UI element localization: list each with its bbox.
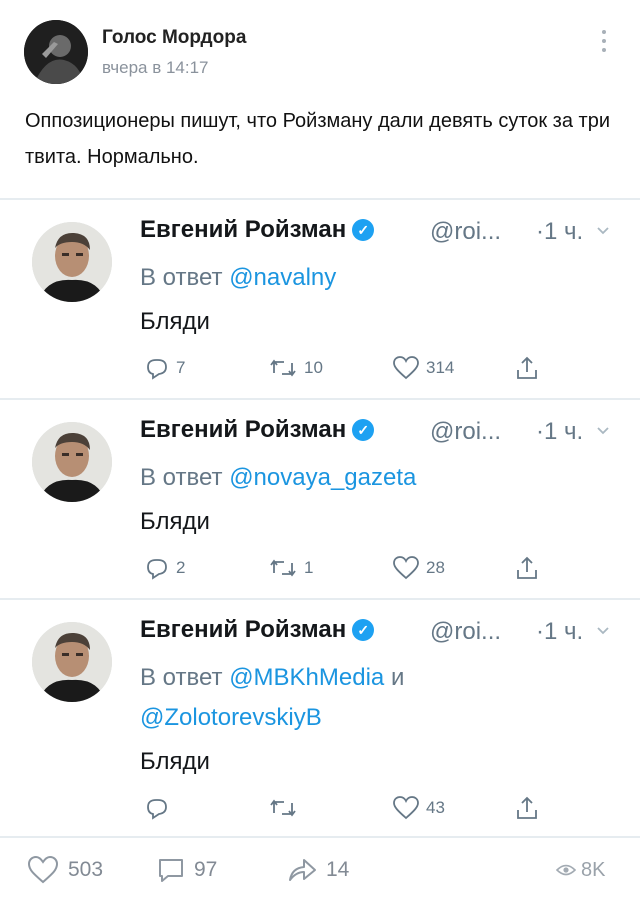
like-button[interactable]: 28 bbox=[392, 554, 445, 582]
tweet-author-name[interactable]: Евгений Ройзман ✓ bbox=[140, 216, 375, 244]
verified-badge-icon: ✓ bbox=[352, 219, 375, 241]
post-text: Оппозиционеры пишут, что Ройзману дали д… bbox=[25, 110, 610, 168]
reply-icon bbox=[147, 559, 167, 580]
tweet-text: Бляди bbox=[140, 308, 210, 335]
retweet-icon bbox=[270, 359, 296, 377]
mention-join: и bbox=[390, 664, 405, 691]
post-like-button[interactable]: 503 bbox=[26, 855, 104, 884]
heart-icon bbox=[393, 356, 419, 380]
reply-prefix: В ответ bbox=[140, 664, 223, 691]
share-icon bbox=[517, 556, 537, 579]
tweet-author-name[interactable]: Евгений Ройзман ✓ bbox=[140, 616, 375, 644]
post-views: 8K bbox=[556, 856, 605, 884]
comment-icon bbox=[159, 859, 183, 882]
share-icon bbox=[517, 796, 537, 819]
chevron-down-icon[interactable] bbox=[596, 224, 610, 238]
mention-link[interactable]: @navalny bbox=[229, 264, 336, 291]
heart-icon bbox=[393, 556, 419, 580]
verified-badge-icon: ✓ bbox=[352, 619, 375, 641]
tweet-actions: 43 bbox=[140, 794, 560, 822]
tweet-avatar[interactable] bbox=[32, 222, 112, 302]
mention-link[interactable]: @MBKhMedia bbox=[229, 664, 384, 691]
share-button[interactable] bbox=[514, 794, 540, 822]
tweet-handle[interactable]: @roi... bbox=[430, 218, 501, 246]
share-button[interactable] bbox=[514, 554, 540, 582]
reply-button[interactable] bbox=[144, 794, 176, 822]
author-name[interactable]: Голос Мордора bbox=[102, 27, 246, 49]
reply-to-line: В ответ @MBKhMedia и @ZolotorevskiyB bbox=[140, 658, 580, 738]
retweet-count: 10 bbox=[304, 358, 323, 377]
retweet-button[interactable] bbox=[268, 794, 304, 822]
retweet-button[interactable]: 1 bbox=[268, 554, 313, 582]
post-view-count: 8K bbox=[581, 858, 606, 881]
reply-to-line: В ответ @navalny bbox=[140, 258, 580, 298]
verified-badge-icon: ✓ bbox=[352, 419, 375, 441]
retweet-count: 1 bbox=[304, 558, 314, 577]
tweet-timestamp[interactable]: ·1 ч. bbox=[536, 218, 583, 246]
post-share-button[interactable]: 14 bbox=[286, 856, 349, 884]
like-count: 314 bbox=[426, 358, 455, 377]
like-button[interactable]: 314 bbox=[392, 354, 454, 382]
tweet-author-name[interactable]: Евгений Ройзман ✓ bbox=[140, 416, 375, 444]
reply-count: 2 bbox=[176, 558, 186, 577]
post-timestamp[interactable]: вчера в 14:17 bbox=[102, 58, 209, 78]
post-header: Голос Мордора вчера в 14:17 bbox=[0, 0, 640, 96]
embedded-tweet[interactable]: Евгений Ройзман ✓ @roi... ·1 ч. В ответ @… bbox=[0, 398, 640, 600]
mention-link[interactable]: @novaya_gazeta bbox=[229, 464, 416, 491]
embedded-tweet[interactable]: Евгений Ройзман ✓ @roi... ·1 ч. В ответ @… bbox=[0, 598, 640, 838]
tweet-text: Бляди bbox=[140, 748, 210, 775]
tweet-avatar[interactable] bbox=[32, 622, 112, 702]
embedded-tweet[interactable]: Евгений Ройзман ✓ @roi... ·1 ч. В ответ @… bbox=[0, 198, 640, 400]
mention-link[interactable]: @ZolotorevskiyB bbox=[140, 704, 322, 731]
heart-icon bbox=[393, 796, 419, 820]
tweet-timestamp[interactable]: ·1 ч. bbox=[536, 418, 583, 446]
author-avatar[interactable] bbox=[24, 20, 88, 84]
reply-icon bbox=[147, 799, 167, 820]
reply-prefix: В ответ bbox=[140, 464, 223, 491]
chevron-down-icon[interactable] bbox=[596, 424, 610, 438]
like-count: 28 bbox=[426, 558, 445, 577]
reply-button[interactable]: 2 bbox=[144, 554, 185, 582]
reply-to-line: В ответ @novaya_gazeta bbox=[140, 458, 580, 498]
tweet-actions: 7 10 314 bbox=[140, 354, 560, 382]
post-share-count: 14 bbox=[326, 858, 350, 881]
like-button[interactable]: 43 bbox=[392, 794, 445, 822]
reply-count: 7 bbox=[176, 358, 186, 377]
more-options-icon[interactable] bbox=[596, 30, 612, 58]
retweet-icon bbox=[270, 799, 296, 817]
reply-prefix: В ответ bbox=[140, 264, 223, 291]
post-comment-button[interactable]: 97 bbox=[156, 856, 217, 884]
post-comment-count: 97 bbox=[194, 858, 218, 881]
like-count: 43 bbox=[426, 798, 445, 817]
tweet-timestamp[interactable]: ·1 ч. bbox=[536, 618, 583, 646]
chevron-down-icon[interactable] bbox=[596, 624, 610, 638]
tweet-handle[interactable]: @roi... bbox=[430, 418, 501, 446]
share-button[interactable] bbox=[514, 354, 540, 382]
tweet-avatar[interactable] bbox=[32, 422, 112, 502]
tweet-actions: 2 1 28 bbox=[140, 554, 560, 582]
tweet-handle[interactable]: @roi... bbox=[430, 618, 501, 646]
post-actions-bar: 503 97 14 8K bbox=[0, 840, 640, 896]
heart-icon bbox=[27, 855, 59, 884]
share-icon bbox=[517, 356, 537, 379]
share-arrow-icon bbox=[289, 859, 316, 881]
reply-icon bbox=[147, 359, 167, 380]
tweet-text: Бляди bbox=[140, 508, 210, 535]
retweet-icon bbox=[270, 559, 296, 577]
post-like-count: 503 bbox=[68, 858, 104, 881]
eye-icon bbox=[556, 864, 576, 876]
retweet-button[interactable]: 10 bbox=[268, 354, 323, 382]
reply-button[interactable]: 7 bbox=[144, 354, 185, 382]
